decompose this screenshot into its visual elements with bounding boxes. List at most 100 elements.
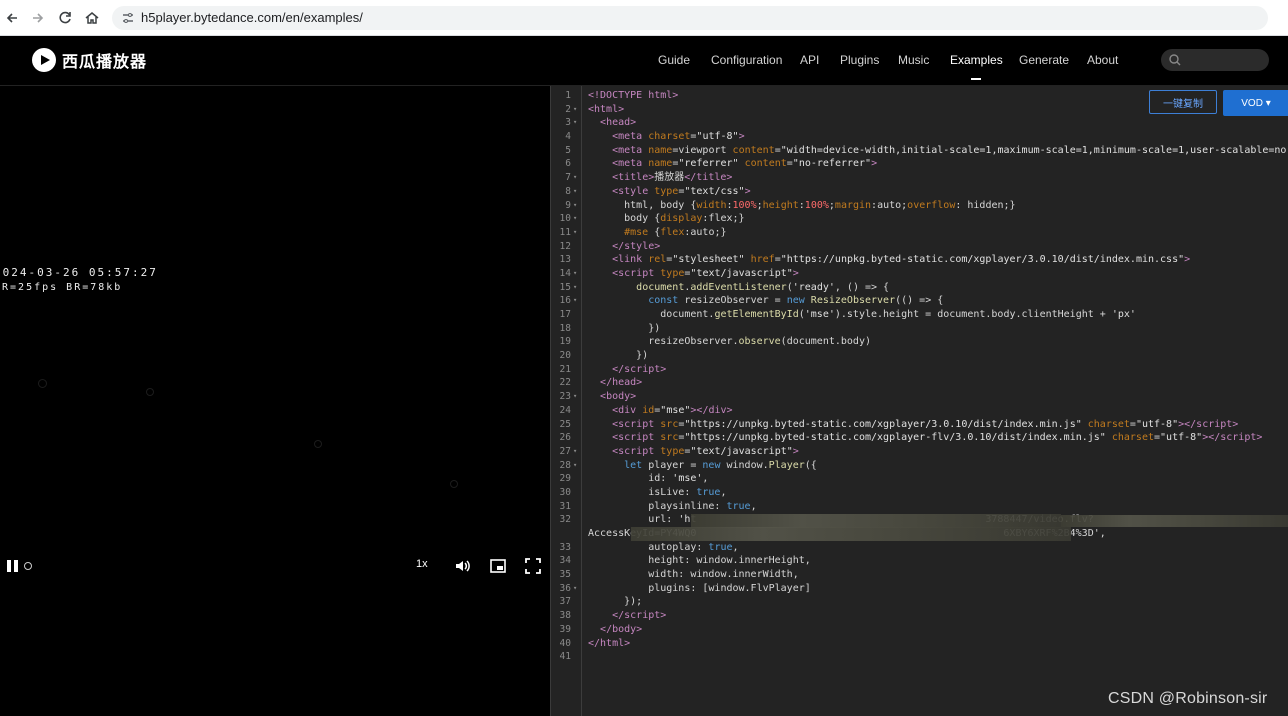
code-text: plugins: [window.FlvPlayer] (588, 582, 811, 594)
video-osd-timestamp: 2024-03-26 05:57:27 (0, 266, 158, 279)
code-line: 19 resizeObserver.observe(document.body) (551, 335, 1288, 349)
fold-toggle-icon[interactable]: ▾ (573, 103, 577, 117)
code-text: autoplay: true, (588, 541, 739, 553)
fold-toggle-icon[interactable]: ▾ (573, 226, 577, 240)
picture-in-picture-icon[interactable] (489, 557, 507, 580)
copy-code-button[interactable]: 一键复制 (1149, 90, 1217, 114)
line-number: 7 (565, 172, 571, 184)
code-line: 9 ▾ html, body {width:100%;height:100%;ma… (551, 199, 1288, 213)
line-number: 1 (565, 90, 571, 101)
fold-toggle-icon[interactable]: ▾ (573, 185, 577, 199)
redaction-block (691, 513, 1061, 528)
site-info-icon[interactable] (120, 10, 136, 26)
live-indicator-icon (24, 562, 32, 570)
nav-guide[interactable]: Guide (658, 53, 690, 67)
code-text: <script type="text/javascript"> (612, 267, 799, 279)
site-logo[interactable]: 西瓜播放器 (32, 48, 147, 72)
code-line: 24 <div id="mse"></div> (551, 404, 1288, 418)
line-number: 18 (559, 322, 571, 334)
fold-toggle-icon[interactable]: ▾ (573, 294, 577, 308)
line-number: 17 (559, 309, 571, 320)
code-line: 28 ▾ let player = new window.Player({ (551, 459, 1288, 473)
watermark: CSDN @Robinson-sir (1108, 690, 1268, 707)
code-text: <script type="text/javascript"> (612, 445, 799, 457)
line-number: 32 (559, 514, 571, 526)
search-icon (1168, 53, 1182, 67)
nav-api[interactable]: API (800, 53, 819, 67)
code-line: 33 autoplay: true, (551, 541, 1288, 555)
code-line: 35 width: window.innerWidth, (551, 568, 1288, 582)
forward-icon[interactable] (28, 8, 48, 28)
line-number: 30 (559, 486, 571, 498)
line-number: 37 (559, 596, 571, 608)
fold-toggle-icon[interactable]: ▾ (573, 212, 577, 226)
line-number: 22 (559, 377, 571, 389)
nav-plugins[interactable]: Plugins (840, 53, 879, 67)
video-noise (38, 379, 47, 388)
code-text: </style> (612, 240, 661, 252)
code-text: <meta name="referrer" content="no-referr… (612, 158, 878, 170)
fold-toggle-icon[interactable]: ▾ (573, 267, 577, 281)
line-number: 19 (559, 336, 571, 348)
code-text: let player = new window.Player({ (624, 459, 817, 471)
fold-toggle-icon[interactable]: ▾ (573, 459, 577, 473)
code-line: 21 </script> (551, 363, 1288, 377)
fold-toggle-icon[interactable]: ▾ (573, 199, 577, 213)
code-text: <script src="https://unpkg.byted-static.… (612, 418, 1239, 430)
line-number: 26 (559, 432, 571, 444)
code-line: 25 <script src="https://unpkg.byted-stat… (551, 418, 1288, 432)
code-text: <style type="text/css"> (612, 185, 751, 197)
volume-icon[interactable] (454, 557, 472, 580)
line-number: 5 (565, 144, 571, 156)
code-line: 26 <script src="https://unpkg.byted-stat… (551, 431, 1288, 445)
address-bar[interactable]: h5player.bytedance.com/en/examples/ (112, 6, 1268, 30)
code-line: 15 ▾ document.addEventListener('ready', (… (551, 281, 1288, 295)
fold-toggle-icon[interactable]: ▾ (573, 582, 577, 596)
line-number: 20 (559, 350, 571, 362)
fold-toggle-icon[interactable]: ▾ (573, 116, 577, 130)
line-number: 24 (559, 404, 571, 416)
fold-toggle-icon[interactable]: ▾ (573, 171, 577, 185)
nav-configuration[interactable]: Configuration (711, 53, 782, 67)
code-line: 11 ▾ #mse {flex:auto;} (551, 226, 1288, 240)
nav-generate[interactable]: Generate (1019, 53, 1069, 67)
code-line: 18 }) (551, 322, 1288, 336)
code-text: }) (588, 350, 649, 362)
site-header: 西瓜播放器 Guide Configuration API Plugins Mu… (0, 36, 1288, 86)
line-number: 12 (559, 240, 571, 252)
code-text: id: 'mse', (588, 473, 709, 485)
line-number: 27 (559, 445, 571, 457)
fold-toggle-icon[interactable]: ▾ (573, 445, 577, 459)
fold-toggle-icon[interactable]: ▾ (573, 390, 577, 404)
search-input[interactable] (1161, 49, 1269, 71)
line-number: 29 (559, 473, 571, 485)
code-editor[interactable]: 1 <!DOCTYPE html> 2 ▾ <html> 3 ▾ <head> 4 <meta… (550, 86, 1288, 716)
fold-toggle-icon[interactable]: ▾ (573, 281, 577, 295)
logo-text: 西瓜播放器 (62, 52, 148, 71)
line-number: 2 (565, 103, 571, 115)
code-line: 37 }); (551, 595, 1288, 609)
nav-about[interactable]: About (1087, 53, 1118, 67)
code-text: #mse {flex:auto;} (624, 226, 727, 238)
nav-music[interactable]: Music (898, 53, 929, 67)
code-text: <link rel="stylesheet" href="https://unp… (612, 254, 1191, 266)
code-line: 5 <meta name=viewport content="width=dev… (551, 144, 1288, 158)
line-number: 15 (559, 281, 571, 293)
code-line: 4 <meta charset="utf-8"> (551, 130, 1288, 144)
reload-icon[interactable] (55, 8, 75, 28)
line-number: 6 (565, 158, 571, 170)
video-player[interactable]: 2024-03-26 05:57:27 FR=25fps BR=78kb 1x (0, 86, 550, 716)
nav-examples[interactable]: Examples (950, 53, 1003, 80)
playback-rate-button[interactable]: 1x (416, 558, 428, 570)
pause-icon[interactable] (4, 557, 22, 580)
code-text: </script> (612, 363, 667, 375)
back-icon[interactable] (2, 8, 22, 28)
code-text: <meta charset="utf-8"> (612, 131, 745, 143)
home-icon[interactable] (82, 8, 102, 28)
code-line: 13 <link rel="stylesheet" href="https://… (551, 253, 1288, 267)
redaction-block (1061, 514, 1288, 527)
code-text: </body> (600, 623, 643, 635)
fullscreen-icon[interactable] (524, 557, 542, 580)
code-text: resizeObserver.observe(document.body) (588, 336, 871, 348)
vod-dropdown[interactable]: VOD ▾ (1223, 90, 1288, 116)
